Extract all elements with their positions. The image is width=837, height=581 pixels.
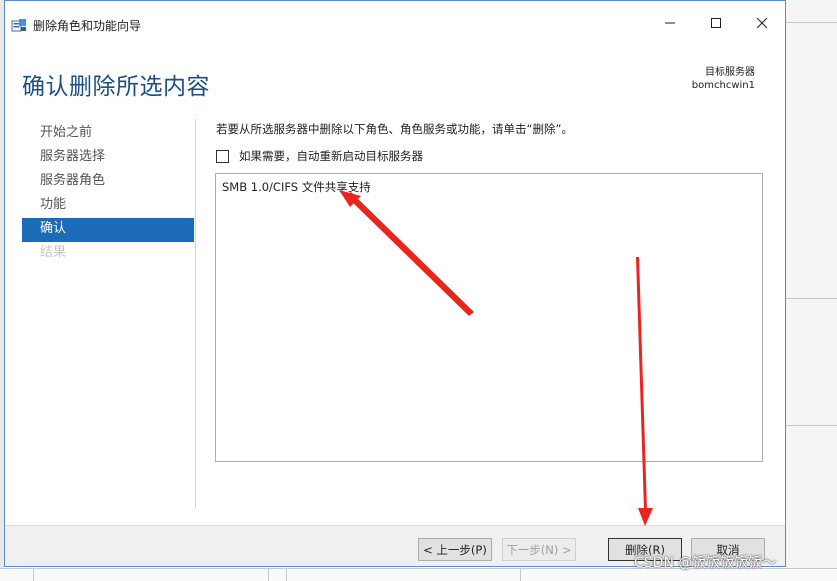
page-title: 确认删除所选内容 [22, 74, 210, 100]
nav-step-server-roles[interactable]: 服务器角色 [22, 170, 194, 194]
nav-step-results: 结果 [40, 245, 67, 260]
restart-checkbox[interactable] [216, 149, 229, 163]
list-item: SMB 1.0/CIFS 文件共享支持 [222, 180, 371, 194]
close-icon [756, 17, 768, 29]
maximize-button[interactable] [693, 1, 739, 45]
target-server-name: bomchcwin1 [691, 80, 755, 91]
window-title: 删除角色和功能向导 [33, 19, 142, 33]
restart-checkbox-label[interactable]: 如果需要，自动重新启动目标服务器 [239, 148, 423, 164]
title-bar[interactable]: 删除角色和功能向导 [5, 1, 785, 45]
next-button: 下一步(N) > [502, 538, 576, 561]
target-server-info: 目标服务器 bomchcwin1 [692, 66, 755, 92]
removal-items-list[interactable]: SMB 1.0/CIFS 文件共享支持 [215, 173, 763, 462]
wizard-step-nav: 开始之前 服务器选择 服务器角色 功能 确认 结果 [22, 122, 194, 266]
server-manager-icon [11, 19, 26, 32]
nav-step-before-you-begin[interactable]: 开始之前 [22, 122, 194, 146]
watermark: CSDN @饭饭饭饭饭～ [634, 555, 777, 571]
maximize-icon [711, 18, 721, 28]
nav-step-features[interactable]: 功能 [22, 194, 194, 218]
previous-button[interactable]: < 上一步(P) [418, 538, 492, 561]
background-window-right [786, 0, 837, 581]
nav-step-confirmation[interactable]: 确认 [22, 218, 194, 242]
restart-option[interactable]: 如果需要，自动重新启动目标服务器 [216, 148, 423, 164]
target-server-label: 目标服务器 [705, 67, 755, 78]
minimize-icon [665, 22, 675, 24]
remove-roles-wizard-window: 删除角色和功能向导 确认删除所选内容 目标服务器 bomchcwin1 开始之前… [4, 0, 786, 567]
nav-step-server-selection[interactable]: 服务器选择 [22, 146, 194, 170]
close-button[interactable] [739, 1, 785, 45]
nav-divider [195, 119, 196, 508]
minimize-button[interactable] [647, 1, 693, 45]
instruction-text: 若要从所选服务器中删除以下角色、角色服务或功能，请单击“删除”。 [216, 122, 573, 136]
